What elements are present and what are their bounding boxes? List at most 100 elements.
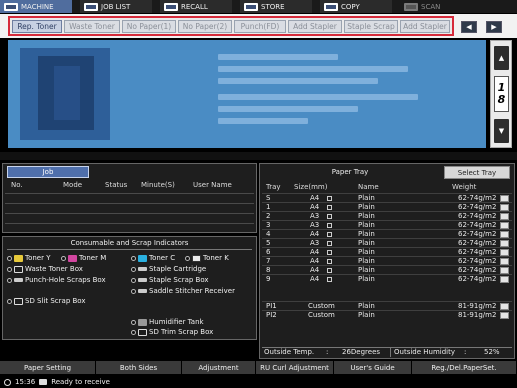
- consumables-panel: Consumable and Scrap Indicators Toner Y …: [2, 236, 257, 340]
- status-dot-icon: [7, 255, 12, 261]
- tray-row[interactable]: 1 A4 Plain 62-74g/m2: [262, 202, 512, 211]
- both-sides-button[interactable]: Both Sides: [96, 361, 182, 374]
- consumables-title: Consumable and Scrap Indicators: [70, 239, 189, 247]
- tab-store[interactable]: STORE: [240, 0, 312, 13]
- tray-row[interactable]: 9 A4 Plain 62-74g/m2: [262, 274, 512, 283]
- tab-machine[interactable]: MACHINE: [0, 0, 72, 13]
- tray-weight: 81-91g/m2: [458, 302, 497, 310]
- scan-icon: [404, 2, 418, 11]
- tab-job-list[interactable]: JOB LIST: [80, 0, 152, 13]
- ru-curl-adjustment-button[interactable]: RU Curl Adjustment: [256, 361, 334, 374]
- users-guide-button[interactable]: User's Guide: [334, 361, 412, 374]
- tray-row[interactable]: 4 A4 Plain 62-74g/m2: [262, 229, 512, 238]
- tray-row[interactable]: S A4 Plain 62-74g/m2: [262, 193, 512, 202]
- paper-setting-button[interactable]: Paper Setting: [0, 361, 96, 374]
- status-dot-icon: [131, 329, 136, 335]
- job-tab[interactable]: Job: [7, 166, 89, 178]
- machine-icon: [4, 2, 18, 11]
- col-weight: Weight: [452, 183, 477, 191]
- job-row[interactable]: [5, 213, 254, 223]
- indicator-tab-add-stapler[interactable]: Add Stapler: [288, 20, 342, 33]
- paper-orientation-icon: [327, 268, 332, 273]
- tray-id: 5: [266, 239, 271, 247]
- consumable-waste-toner-box: Waste Toner Box: [7, 265, 83, 273]
- tray-row[interactable]: PI1 Custom Plain 81-91g/m2: [262, 301, 512, 310]
- tray-weight: 62-74g/m2: [458, 257, 497, 265]
- tray-weight: 62-74g/m2: [458, 248, 497, 256]
- tray-size: A3: [310, 212, 320, 220]
- job-panel: Job No. Mode Status Minute(S) User Name: [2, 163, 257, 233]
- consumable-toner-k: Toner K: [185, 254, 229, 262]
- saddle-stitcher-icon: [138, 289, 147, 293]
- tab-copy[interactable]: COPY: [320, 0, 392, 13]
- tray-size: A4: [310, 194, 320, 202]
- indicator-tab-no-paper-1[interactable]: No Paper(1): [122, 20, 176, 33]
- job-row[interactable]: [5, 223, 254, 233]
- next-tab-button[interactable]: ▶: [486, 21, 502, 33]
- consumable-staple-cartridge: Staple Cartridge: [131, 265, 206, 273]
- recall-icon: [164, 2, 178, 11]
- printer-icon: [39, 379, 48, 385]
- toner-cyan-icon: [138, 254, 147, 262]
- waste-box-icon: [14, 265, 23, 273]
- indicator-tab-punch-fd[interactable]: Punch(FD): [234, 20, 286, 33]
- indicator-tab-staple-scrap[interactable]: Staple Scrap: [344, 20, 398, 33]
- scroll-up-button[interactable]: ▲: [494, 46, 509, 70]
- paper-orientation-icon: [327, 223, 332, 228]
- tray-size: A4: [310, 275, 320, 283]
- paper-level-icon: [500, 249, 509, 256]
- outside-humidity-label: Outside Humidity: [394, 348, 455, 356]
- tray-size: A4: [310, 230, 320, 238]
- job-list-icon: [84, 2, 98, 11]
- divider: [0, 152, 517, 160]
- tray-row[interactable]: 2 A3 Plain 62-74g/m2: [262, 211, 512, 220]
- tray-row[interactable]: 3 A3 Plain 62-74g/m2: [262, 220, 512, 229]
- col-size: Size(mm): [294, 183, 328, 191]
- prev-tab-button[interactable]: ◀: [461, 21, 477, 33]
- indicator-tab-add-stapler-2[interactable]: Add Stapler: [400, 20, 450, 33]
- tray-id: S: [266, 194, 271, 202]
- paper-orientation-icon: [327, 232, 332, 237]
- obscured-message-text: [218, 54, 438, 128]
- status-dot-icon: [7, 277, 12, 283]
- paper-level-icon: [500, 240, 509, 247]
- tray-row[interactable]: 5 A3 Plain 62-74g/m2: [262, 238, 512, 247]
- tray-size: Custom: [308, 302, 335, 310]
- status-dot-icon: [185, 255, 190, 261]
- tray-paper-name: Plain: [358, 302, 375, 310]
- tray-row[interactable]: 8 A4 Plain 62-74g/m2: [262, 265, 512, 274]
- tray-row[interactable]: 7 A4 Plain 62-74g/m2: [262, 256, 512, 265]
- environment-row: Outside Temp. : 26Degrees Outside Humidi…: [262, 347, 512, 357]
- tray-size: A4: [310, 266, 320, 274]
- paper-level-icon: [500, 303, 509, 310]
- select-tray-button[interactable]: Select Tray: [444, 166, 510, 179]
- tray-id: PI2: [266, 311, 277, 319]
- tray-row[interactable]: 6 A4 Plain 62-74g/m2: [262, 247, 512, 256]
- paper-orientation-icon: [327, 214, 332, 219]
- tray-paper-name: Plain: [358, 248, 375, 256]
- tray-weight: 62-74g/m2: [458, 194, 497, 202]
- scroll-down-button[interactable]: ▼: [494, 119, 509, 143]
- consumable-toner-c: Toner C: [131, 254, 175, 262]
- tray-paper-name: Plain: [358, 194, 375, 202]
- tray-paper-name: Plain: [358, 275, 375, 283]
- tab-scan[interactable]: SCAN: [400, 0, 472, 13]
- sd-trim-box-icon: [138, 328, 147, 336]
- indicator-tab-no-paper-2[interactable]: No Paper(2): [178, 20, 232, 33]
- tab-recall[interactable]: RECALL: [160, 0, 232, 13]
- reg-del-paperset-button[interactable]: Reg./Del.PaperSet.: [412, 361, 517, 374]
- indicator-tab-rep-toner[interactable]: Rep. Toner: [12, 20, 62, 33]
- tray-row[interactable]: PI2 Custom Plain 81-91g/m2: [262, 310, 512, 319]
- adjustment-button[interactable]: Adjustment: [182, 361, 256, 374]
- consumable-sd-slit-scrap-box: SD Slit Scrap Box: [7, 297, 86, 305]
- consumable-toner-m: Toner M: [61, 254, 106, 262]
- tray-paper-name: Plain: [358, 266, 375, 274]
- tray-id: PI1: [266, 302, 277, 310]
- job-row[interactable]: [5, 203, 254, 213]
- job-table-header: No. Mode Status Minute(S) User Name: [5, 181, 254, 193]
- consumable-humidifier-tank: Humidifier Tank: [131, 318, 204, 326]
- indicator-tab-waste-toner[interactable]: Waste Toner: [64, 20, 120, 33]
- job-row[interactable]: [5, 193, 254, 203]
- punch-scraps-icon: [14, 278, 23, 282]
- staple-cartridge-icon: [138, 267, 147, 271]
